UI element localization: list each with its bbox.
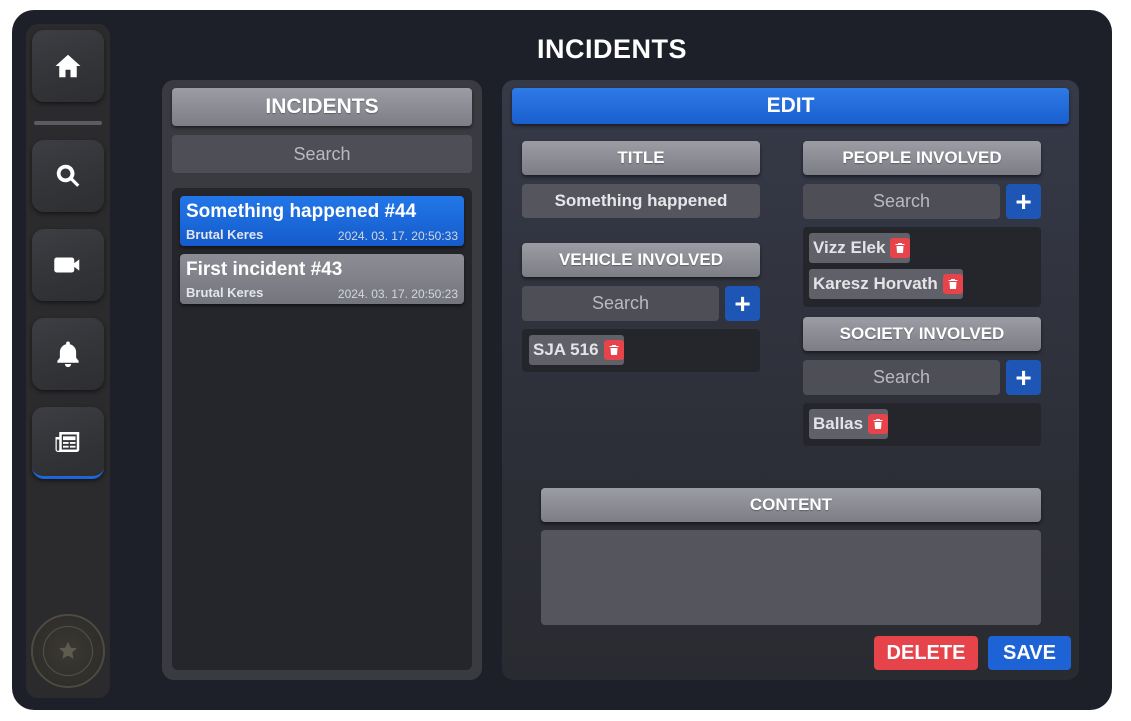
remove-vehicle-button[interactable] bbox=[603, 340, 624, 360]
search-icon bbox=[56, 164, 80, 187]
add-vehicle-button[interactable]: + bbox=[725, 286, 760, 321]
content-section-label: CONTENT bbox=[541, 488, 1041, 522]
nav-alerts-button[interactable] bbox=[32, 318, 104, 390]
incident-item-43[interactable]: First incident #43 Brutal Keres 2024. 03… bbox=[180, 254, 464, 304]
tag-label: Karesz Horvath bbox=[813, 274, 938, 293]
incident-title: Something happened #44 bbox=[186, 201, 417, 222]
add-society-button[interactable]: + bbox=[1006, 360, 1041, 395]
vehicle-tag-list: SJA 516 bbox=[522, 329, 760, 372]
page-title: INCIDENTS bbox=[536, 34, 687, 64]
people-tag-list: Vizz Elek Karesz Horvath bbox=[803, 227, 1041, 307]
tag-label: SJA 516 bbox=[533, 340, 599, 359]
incident-date: 2024. 03. 17. 20:50:33 bbox=[337, 229, 458, 243]
delete-button[interactable]: DELETE bbox=[874, 636, 978, 670]
incidents-panel-header: INCIDENTS bbox=[172, 88, 472, 126]
vehicle-section-label: VEHICLE INVOLVED bbox=[522, 243, 760, 277]
incidents-list: Something happened #44 Brutal Keres 2024… bbox=[172, 188, 472, 670]
remove-person-button[interactable] bbox=[890, 238, 911, 258]
trash-icon bbox=[873, 419, 883, 429]
incident-title: First incident #43 bbox=[186, 259, 343, 280]
edit-panel-header: EDIT bbox=[512, 88, 1069, 124]
police-seal-logo bbox=[31, 614, 105, 688]
vehicle-tag: SJA 516 bbox=[529, 335, 624, 365]
incident-author: Brutal Keres bbox=[186, 285, 264, 300]
tag-label: Vizz Elek bbox=[813, 238, 886, 257]
people-search-input[interactable]: Search bbox=[803, 184, 1000, 219]
bell-icon bbox=[57, 341, 79, 368]
edit-panel: EDIT TITLE Something happened VEHICLE IN… bbox=[502, 80, 1079, 680]
trash-icon bbox=[948, 279, 958, 289]
incident-date: 2024. 03. 17. 20:50:23 bbox=[337, 287, 458, 301]
vehicle-search-input[interactable]: Search bbox=[522, 286, 719, 321]
society-tag-list: Ballas bbox=[803, 403, 1041, 446]
nav-incidents-button[interactable] bbox=[32, 407, 104, 479]
incident-item-44[interactable]: Something happened #44 Brutal Keres 2024… bbox=[180, 196, 464, 246]
person-tag: Vizz Elek bbox=[809, 233, 911, 263]
eagle-emblem-icon bbox=[59, 641, 77, 659]
nav-home-button[interactable] bbox=[32, 30, 104, 102]
people-section-label: PEOPLE INVOLVED bbox=[803, 141, 1041, 175]
society-section-label: SOCIETY INVOLVED bbox=[803, 317, 1041, 351]
app-window: INCIDENTS INCIDENTS Search Something hap… bbox=[12, 10, 1112, 710]
title-section-label: TITLE bbox=[522, 141, 760, 175]
title-field[interactable]: Something happened bbox=[522, 184, 760, 218]
remove-society-button[interactable] bbox=[868, 414, 889, 434]
sidebar bbox=[26, 24, 110, 698]
plus-icon: + bbox=[734, 287, 751, 319]
home-icon bbox=[55, 54, 81, 78]
plus-icon: + bbox=[1015, 361, 1032, 393]
newspaper-icon bbox=[55, 431, 80, 452]
trash-icon bbox=[895, 243, 905, 253]
plus-icon: + bbox=[1015, 185, 1032, 217]
society-tag: Ballas bbox=[809, 409, 889, 439]
add-person-button[interactable]: + bbox=[1006, 184, 1041, 219]
tag-label: Ballas bbox=[813, 414, 864, 433]
incidents-panel: INCIDENTS Search Something happened #44 … bbox=[162, 80, 482, 680]
incidents-search-input[interactable]: Search bbox=[172, 135, 472, 173]
society-search-input[interactable]: Search bbox=[803, 360, 1000, 395]
person-tag: Karesz Horvath bbox=[809, 269, 963, 299]
nav-search-button[interactable] bbox=[32, 140, 104, 212]
video-camera-icon bbox=[54, 257, 80, 273]
nav-camera-button[interactable] bbox=[32, 229, 104, 301]
save-button[interactable]: SAVE bbox=[988, 636, 1071, 670]
remove-person-button[interactable] bbox=[942, 274, 963, 294]
content-textarea[interactable] bbox=[541, 530, 1041, 625]
nav-divider bbox=[34, 121, 102, 125]
incident-author: Brutal Keres bbox=[186, 227, 264, 242]
trash-icon bbox=[609, 345, 619, 355]
